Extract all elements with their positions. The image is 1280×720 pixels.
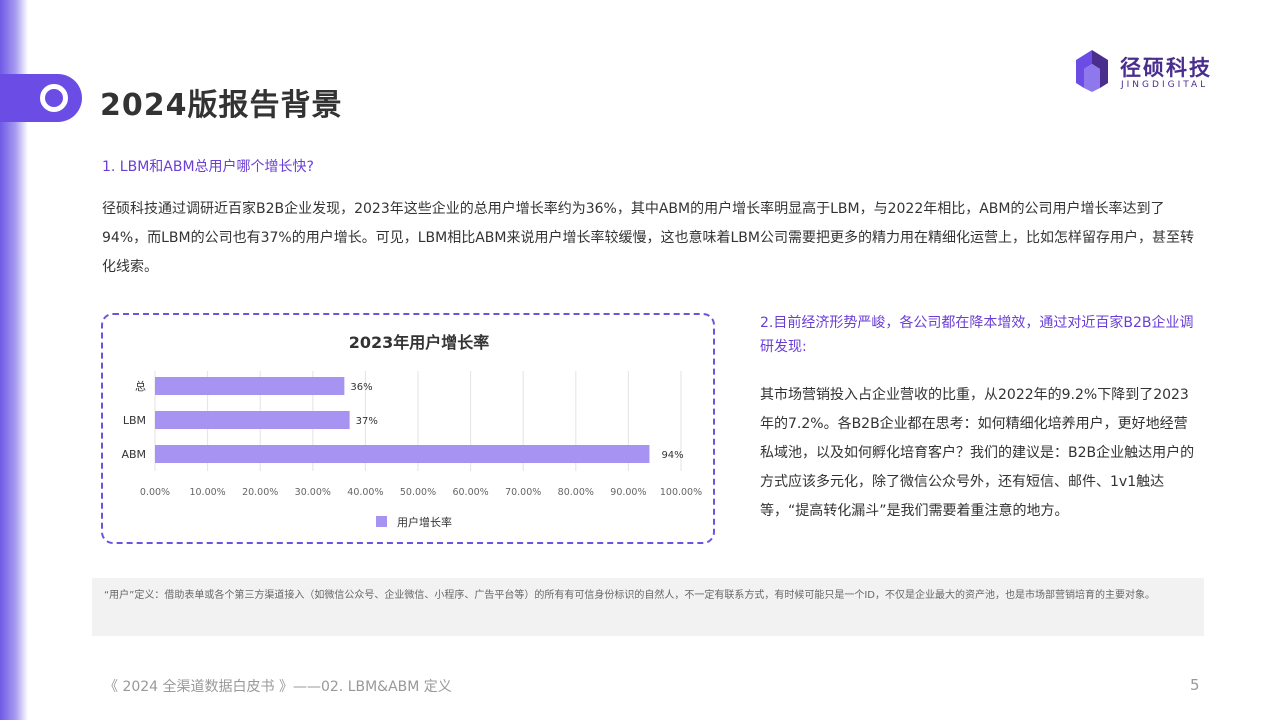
category-label: 总 bbox=[135, 379, 146, 393]
x-tick-label: 10.00% bbox=[189, 487, 225, 498]
legend-swatch bbox=[376, 516, 387, 527]
x-tick-label: 70.00% bbox=[505, 487, 541, 498]
section2-heading: 2.目前经济形势严峻，各公司都在降本增效，通过对近百家B2B企业调研发现: bbox=[760, 315, 1194, 355]
x-tick-label: 20.00% bbox=[242, 487, 278, 498]
data-label: 37% bbox=[356, 416, 378, 427]
footer-report-title: 《 2024 全渠道数据白皮书 》——02. LBM&ABM 定义 bbox=[104, 679, 452, 695]
x-tick-label: 80.00% bbox=[558, 487, 594, 498]
data-label: 36% bbox=[350, 382, 372, 393]
logo-chinese-text: 径硕科技 bbox=[1120, 56, 1212, 80]
page-number: 5 bbox=[1190, 676, 1200, 694]
page-title: 2024版报告背景 bbox=[100, 88, 343, 123]
category-label: ABM bbox=[121, 448, 146, 461]
section1-body: 径硕科技通过调研近百家B2B企业发现，2023年这些企业的总用户增长率约为36%… bbox=[102, 201, 1194, 275]
category-label: LBM bbox=[123, 414, 146, 427]
x-tick-label: 40.00% bbox=[347, 487, 383, 498]
data-label: 94% bbox=[661, 450, 683, 461]
bar-0 bbox=[155, 377, 345, 395]
section1-heading: 1. LBM和ABM总用户哪个增长快? bbox=[102, 159, 314, 175]
legend-label: 用户增长率 bbox=[397, 515, 452, 529]
x-tick-label: 100.00% bbox=[660, 487, 702, 498]
x-tick-label: 50.00% bbox=[400, 487, 436, 498]
chart-svg: 2023年用户增长率 总 36% LBM 37% ABM 94% 0.00% 10.00% 2… bbox=[121, 333, 702, 529]
title-tab bbox=[0, 74, 82, 122]
logo-mark-icon bbox=[1076, 50, 1108, 92]
x-tick-label: 60.00% bbox=[452, 487, 488, 498]
ring-icon bbox=[40, 84, 68, 112]
user-definition-footnote: “用户”定义：借助表单或各个第三方渠道接入（如微信公众号、企业微信、小程序、广告… bbox=[92, 578, 1204, 636]
chart-title: 2023年用户增长率 bbox=[349, 333, 490, 352]
bar-2 bbox=[155, 445, 650, 463]
x-tick-label: 90.00% bbox=[610, 487, 646, 498]
bar-1 bbox=[155, 411, 350, 429]
section2-body: 其市场营销投入占企业营收的比重，从2022年的9.2%下降到了2023年的7.2… bbox=[760, 387, 1195, 519]
x-tick-label: 0.00% bbox=[140, 487, 170, 498]
growth-rate-chart: 2023年用户增长率 总 36% LBM 37% ABM 94% 0.00% 10.00% 2… bbox=[101, 313, 715, 544]
x-tick-label: 30.00% bbox=[295, 487, 331, 498]
logo-english-text: JINGDIGITAL bbox=[1121, 80, 1209, 90]
company-logo: 径硕科技 JINGDIGITAL bbox=[1072, 48, 1232, 92]
